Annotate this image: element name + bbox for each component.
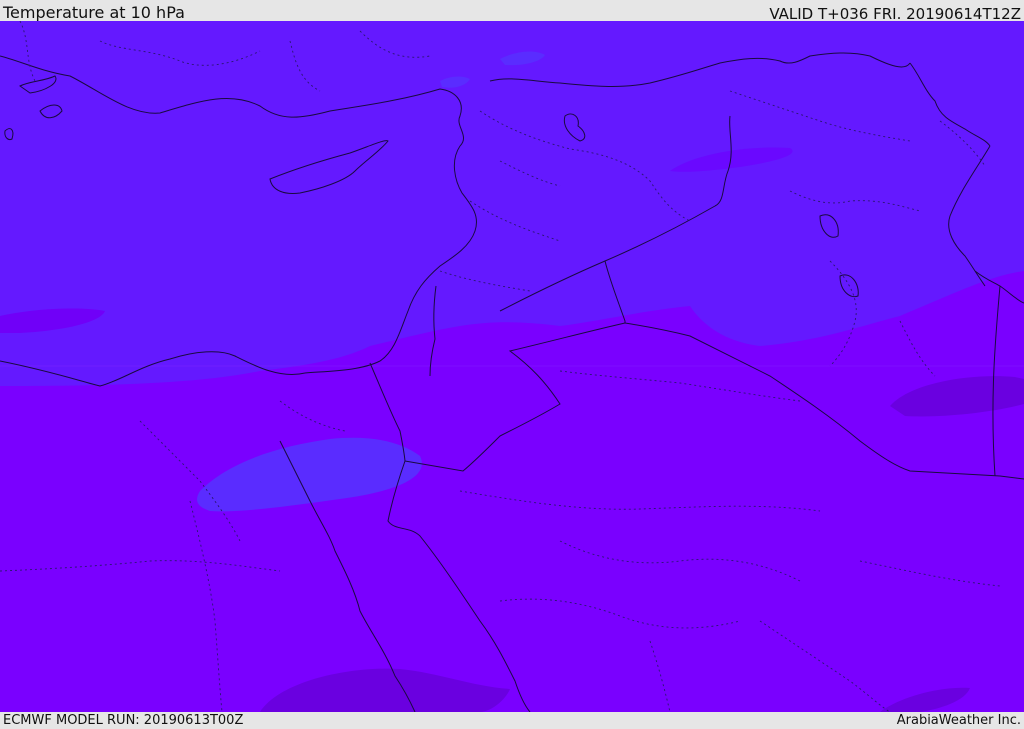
map-header: Temperature at 10 hPa VALID T+036 FRI. 2… <box>0 0 1024 23</box>
temperature-map <box>0 21 1024 712</box>
model-run: ECMWF MODEL RUN: 20190613T00Z <box>3 713 244 728</box>
map-title: Temperature at 10 hPa <box>3 3 185 22</box>
map-canvas <box>0 21 1024 712</box>
map-footer: ECMWF MODEL RUN: 20190613T00Z ArabiaWeat… <box>0 712 1024 729</box>
credit: ArabiaWeather Inc. <box>896 713 1021 728</box>
